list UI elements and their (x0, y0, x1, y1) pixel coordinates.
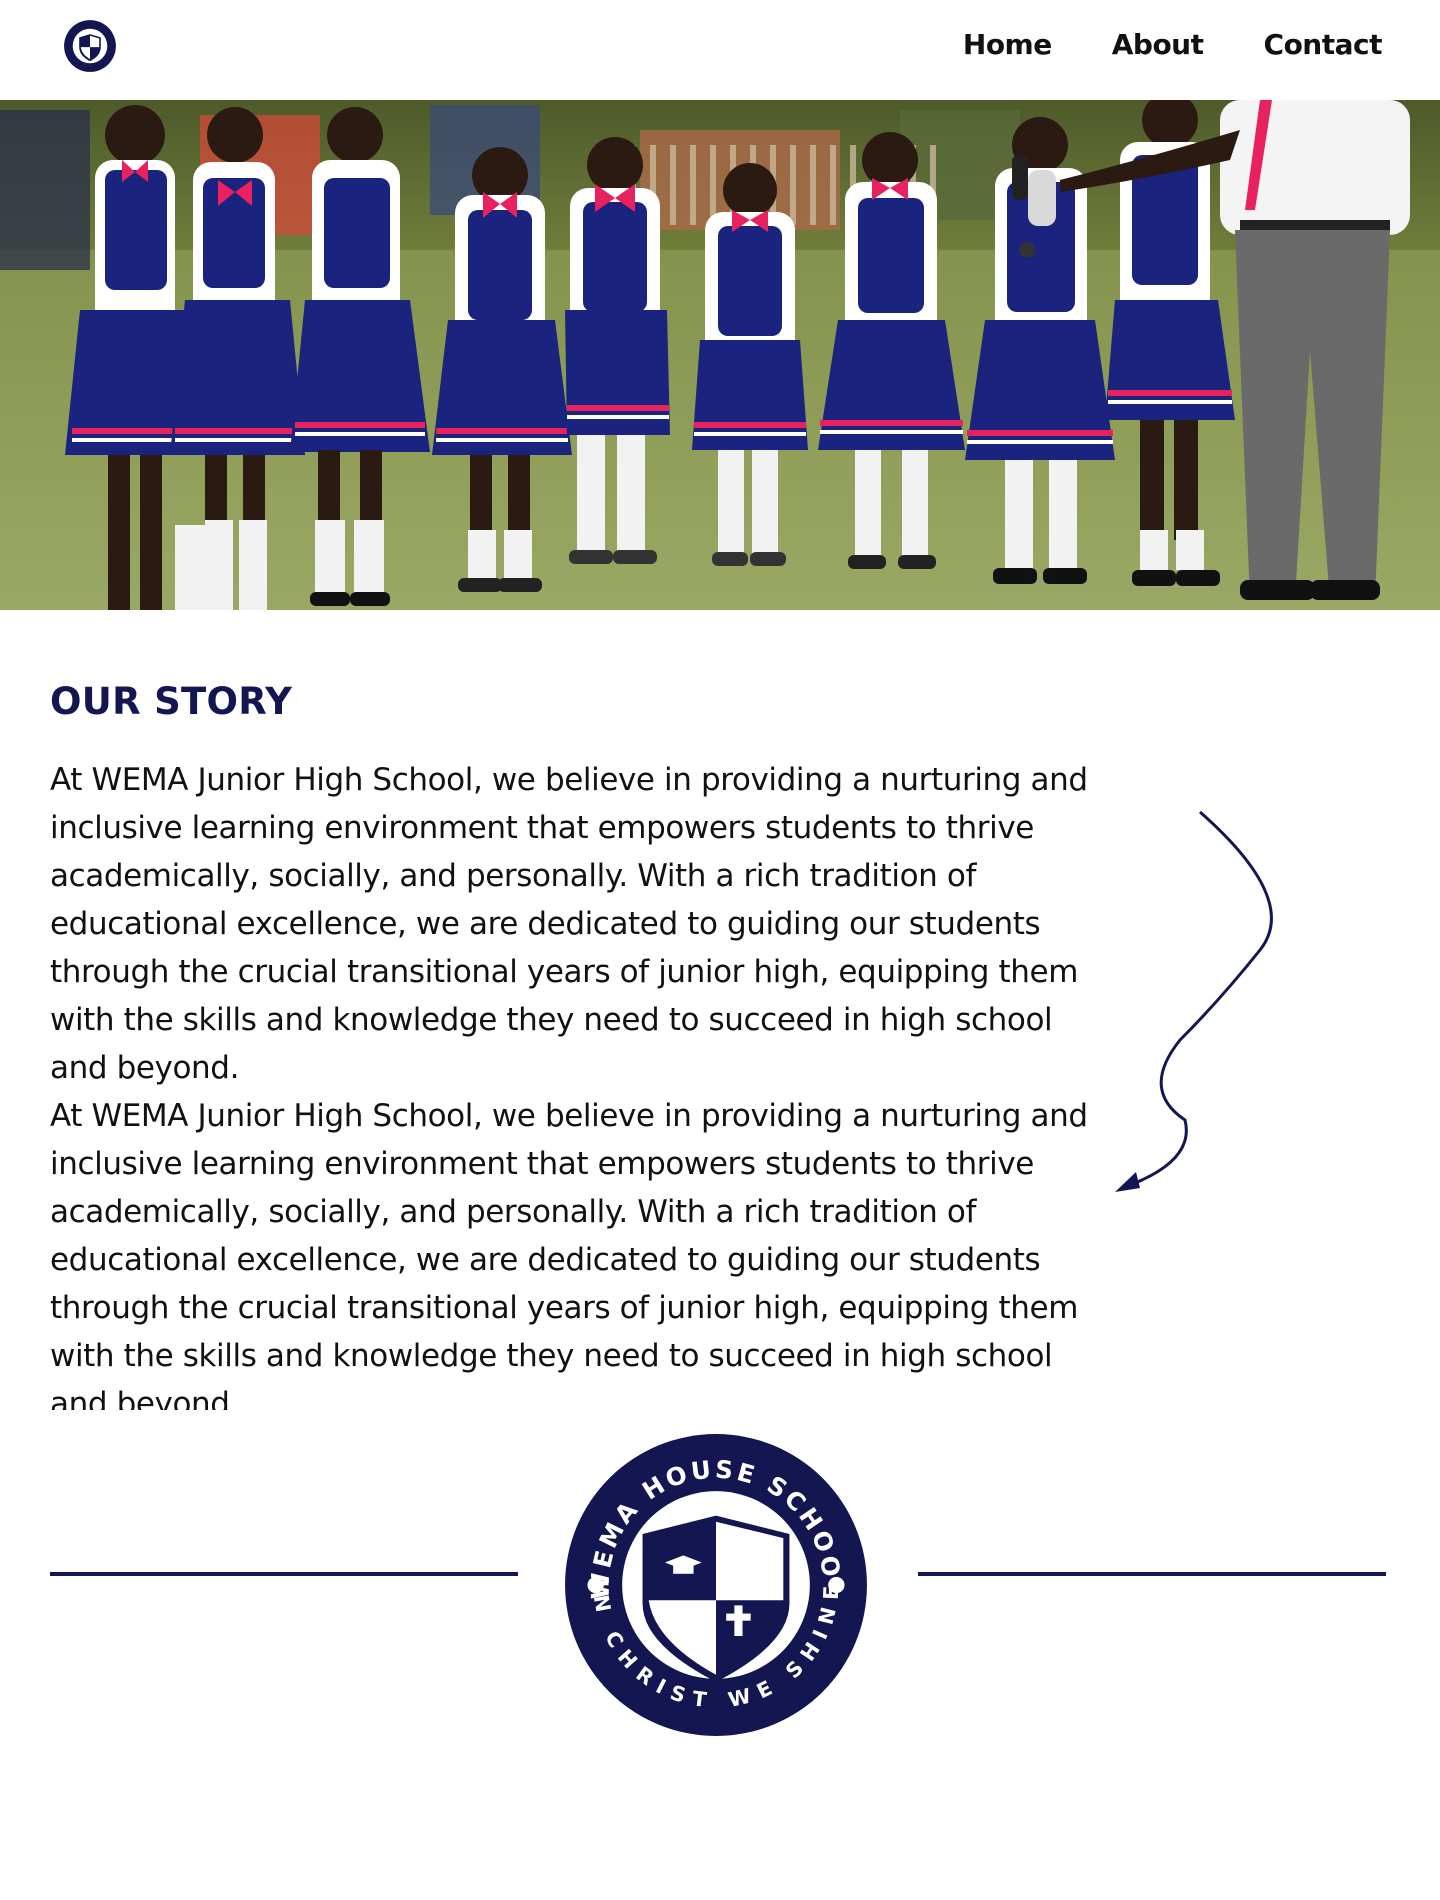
story-paragraph: At WEMA Junior High School, we believe i… (50, 762, 1088, 1086)
nav-home-link[interactable]: Home (963, 28, 1052, 61)
nav-contact-link[interactable]: Contact (1264, 28, 1383, 61)
story-paragraph: At WEMA Junior High School, we believe i… (50, 1098, 1088, 1410)
site-header: Home About Contact (0, 0, 1440, 100)
hero-photo (0, 100, 1440, 610)
school-crest-logo[interactable] (63, 19, 117, 73)
story-body: At WEMA Junior High School, we believe i… (50, 756, 1100, 1410)
school-crest-emblem: WEMA HOUSE SCHOOL IN CHRIST WE SHINE (563, 1432, 867, 1736)
story-title: OUR STORY (50, 680, 293, 723)
divider-left (50, 1572, 518, 1576)
school-choir-photo (0, 100, 1440, 610)
main-nav: Home About Contact (963, 28, 1383, 61)
divider-right (918, 1572, 1386, 1576)
decorative-arrow-icon (1115, 810, 1273, 1192)
story-section: OUR STORY (50, 680, 1150, 723)
nav-about-link[interactable]: About (1112, 28, 1204, 61)
